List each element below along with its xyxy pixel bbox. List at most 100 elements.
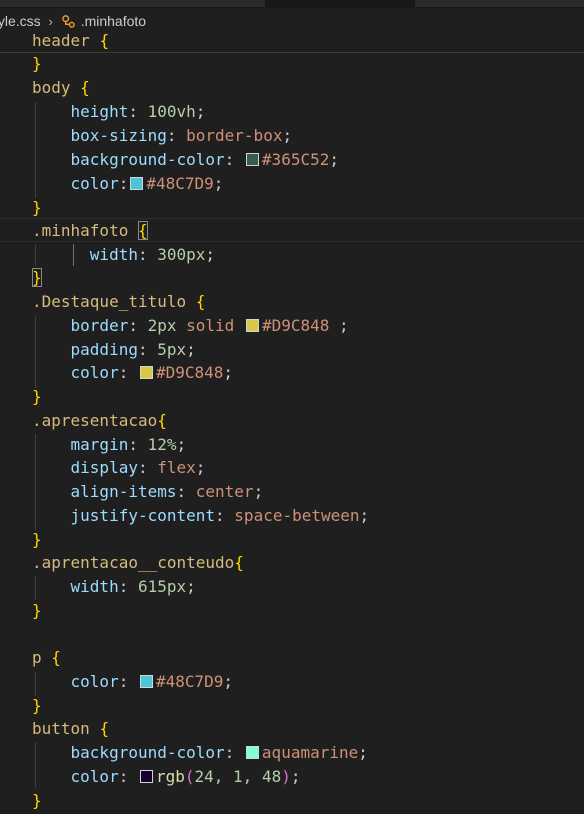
css-selector: .aprentacao__conteudo (32, 553, 235, 572)
bracket: } (32, 530, 42, 549)
code-line: } (32, 385, 42, 409)
bracket: { (234, 553, 244, 572)
color-swatch[interactable] (245, 746, 259, 759)
code-line: .apresentacao{ (32, 409, 167, 433)
color-swatch[interactable] (245, 319, 259, 332)
color-swatch[interactable] (245, 153, 259, 166)
css-property: padding (70, 340, 138, 359)
code-line: color: #D9C848; (70, 363, 234, 382)
code-line: p { (32, 646, 61, 670)
css-selector: body (32, 78, 71, 97)
code-editor[interactable]: tyle.css › .minhafoto header { } body { … (0, 0, 584, 814)
code-line: padding: 5px; (70, 340, 196, 359)
css-value: #48C7D9 (155, 672, 224, 691)
css-property: color (70, 672, 119, 691)
code-line: color: rgb(24, 1, 48); (70, 767, 301, 786)
color-swatch[interactable] (139, 366, 153, 379)
css-property: width (70, 577, 119, 596)
bracket: { (51, 648, 61, 667)
css-value: #48C7D9 (146, 174, 214, 193)
css-selector: .Destaque_titulo (32, 292, 187, 311)
css-value: space-between (234, 506, 360, 525)
bracket: { (80, 78, 90, 97)
css-property: border (70, 316, 129, 335)
css-property: justify-content (70, 506, 216, 525)
symbol-class-icon (61, 13, 77, 29)
bracket: } (32, 791, 42, 810)
bracket: ) (281, 767, 291, 786)
bracket-match: { (137, 221, 148, 240)
code-line: body { (32, 76, 90, 100)
css-property: background-color (70, 743, 225, 762)
code-line: } (32, 599, 42, 623)
css-value: border-box (186, 126, 283, 145)
css-property: background-color (70, 150, 225, 169)
code-line: } (32, 694, 42, 718)
code-line: button { (32, 717, 109, 741)
code-line: } (32, 52, 42, 76)
css-value: 24, 1, 48 (194, 767, 282, 786)
code-line: .aprentacao__conteudo{ (32, 551, 244, 575)
bracket: } (32, 387, 42, 406)
css-value: flex (157, 458, 196, 477)
css-selector: p (32, 648, 42, 667)
tab-strip-segment (415, 0, 584, 7)
code-line: background-color: #365C52; (70, 150, 339, 169)
bracket: } (32, 198, 42, 217)
bracket: } (32, 54, 42, 73)
chevron-right-icon: › (48, 13, 53, 29)
css-value: 12% (147, 435, 177, 454)
css-value: solid (186, 316, 235, 335)
breadcrumb: tyle.css › .minhafoto (0, 10, 146, 32)
css-value: #D9C848 (261, 316, 330, 335)
bracket: } (32, 601, 42, 620)
code-line: width: 615px; (70, 577, 196, 596)
code-line: .minhafoto { (32, 219, 148, 243)
bracket: ( (184, 767, 195, 786)
css-value: #365C52 (261, 150, 330, 169)
css-value: 100vh (147, 102, 196, 121)
css-value: 615px (137, 577, 187, 596)
code-line: header { (32, 29, 109, 53)
css-value: 5px (157, 340, 187, 359)
css-function: rgb (155, 767, 185, 786)
color-swatch[interactable] (130, 177, 144, 190)
css-property: align-items (70, 482, 177, 501)
css-value: #D9C848 (155, 363, 224, 382)
code-line: } (32, 266, 42, 290)
code-line: height: 100vh; (70, 102, 206, 121)
css-selector: .apresentacao (32, 411, 158, 430)
breadcrumb-file[interactable]: tyle.css (0, 13, 41, 29)
code-line: box-sizing: border-box; (70, 126, 293, 145)
css-property: display (70, 458, 138, 477)
code-line: } (32, 528, 42, 552)
code-line: } (32, 789, 42, 813)
code-line: border: 2px solid #D9C848 ; (70, 316, 349, 335)
color-swatch[interactable] (139, 770, 153, 783)
bracket: { (195, 292, 206, 311)
css-value: 2px (147, 316, 177, 335)
css-selector: button (32, 719, 90, 738)
css-property: box-sizing (70, 126, 167, 145)
css-selector: header (32, 31, 90, 50)
bracket: { (99, 31, 110, 50)
code-line: display: flex; (70, 458, 206, 477)
css-selector: .minhafoto (32, 221, 129, 240)
css-punctuation: ; (329, 316, 349, 335)
css-property: color (70, 363, 119, 382)
code-line: background-color: aquamarine; (70, 743, 368, 762)
css-property: margin (70, 435, 129, 454)
code-line: color: #48C7D9; (70, 672, 234, 691)
css-value: aquamarine (261, 743, 359, 762)
css-property: color (70, 767, 119, 786)
code-line: margin: 12%; (70, 435, 187, 454)
tab-bar-strip (0, 0, 584, 8)
css-value: center (195, 482, 254, 501)
color-swatch[interactable] (139, 675, 153, 688)
css-property: width (89, 245, 138, 264)
code-line: color: #48C7D9; (70, 174, 224, 193)
bracket: { (157, 411, 167, 430)
css-value: 300px (157, 245, 206, 264)
bracket: { (99, 719, 110, 738)
breadcrumb-symbol[interactable]: .minhafoto (81, 13, 146, 29)
